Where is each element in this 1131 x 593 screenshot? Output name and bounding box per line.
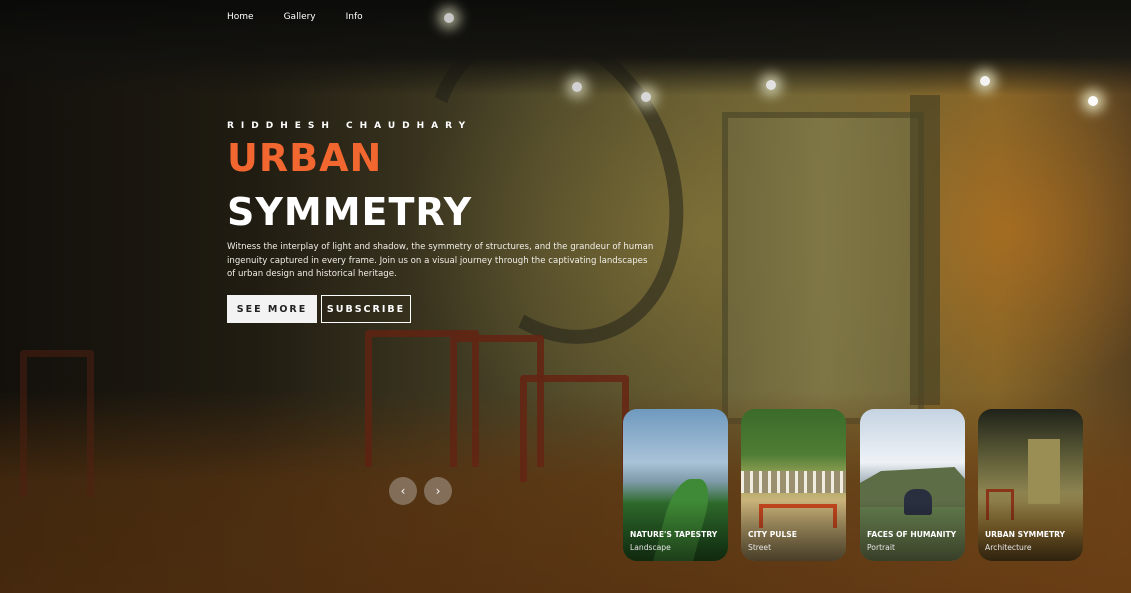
card-category: Street — [748, 543, 772, 552]
gallery-card-faces-of-humanity[interactable]: FACES OF HUMANITY Portrait — [860, 409, 965, 561]
hero-title: SYMMETRY — [227, 190, 473, 234]
card-title: NATURE'S TAPESTRY — [630, 530, 718, 539]
card-title: FACES OF HUMANITY — [867, 530, 957, 539]
see-more-button[interactable]: SEE MORE — [227, 295, 317, 323]
top-nav: Home Gallery Info — [227, 12, 363, 22]
nav-home-link[interactable]: Home — [227, 12, 254, 22]
card-category: Landscape — [630, 543, 671, 552]
carousel-next-button[interactable]: › — [424, 477, 452, 505]
card-category: Portrait — [867, 543, 895, 552]
author-name: RIDDHESH CHAUDHARY — [227, 121, 473, 131]
card-category: Architecture — [985, 543, 1032, 552]
chevron-right-icon: › — [435, 484, 441, 498]
carousel-prev-button[interactable]: ‹ — [389, 477, 417, 505]
hero-title-accent: URBAN — [227, 136, 383, 180]
gallery-card-natures-tapestry[interactable]: NATURE'S TAPESTRY Landscape — [623, 409, 728, 561]
chevron-left-icon: ‹ — [400, 484, 406, 498]
subscribe-button[interactable]: SUBSCRIBE — [321, 295, 411, 323]
nav-info-link[interactable]: Info — [346, 12, 363, 22]
card-title: CITY PULSE — [748, 530, 797, 539]
gallery-card-city-pulse[interactable]: CITY PULSE Street — [741, 409, 846, 561]
gallery-card-urban-symmetry[interactable]: URBAN SYMMETRY Architecture — [978, 409, 1083, 561]
nav-gallery-link[interactable]: Gallery — [284, 12, 316, 22]
card-title: URBAN SYMMETRY — [985, 530, 1066, 539]
hero-description: Witness the interplay of light and shado… — [227, 242, 654, 279]
